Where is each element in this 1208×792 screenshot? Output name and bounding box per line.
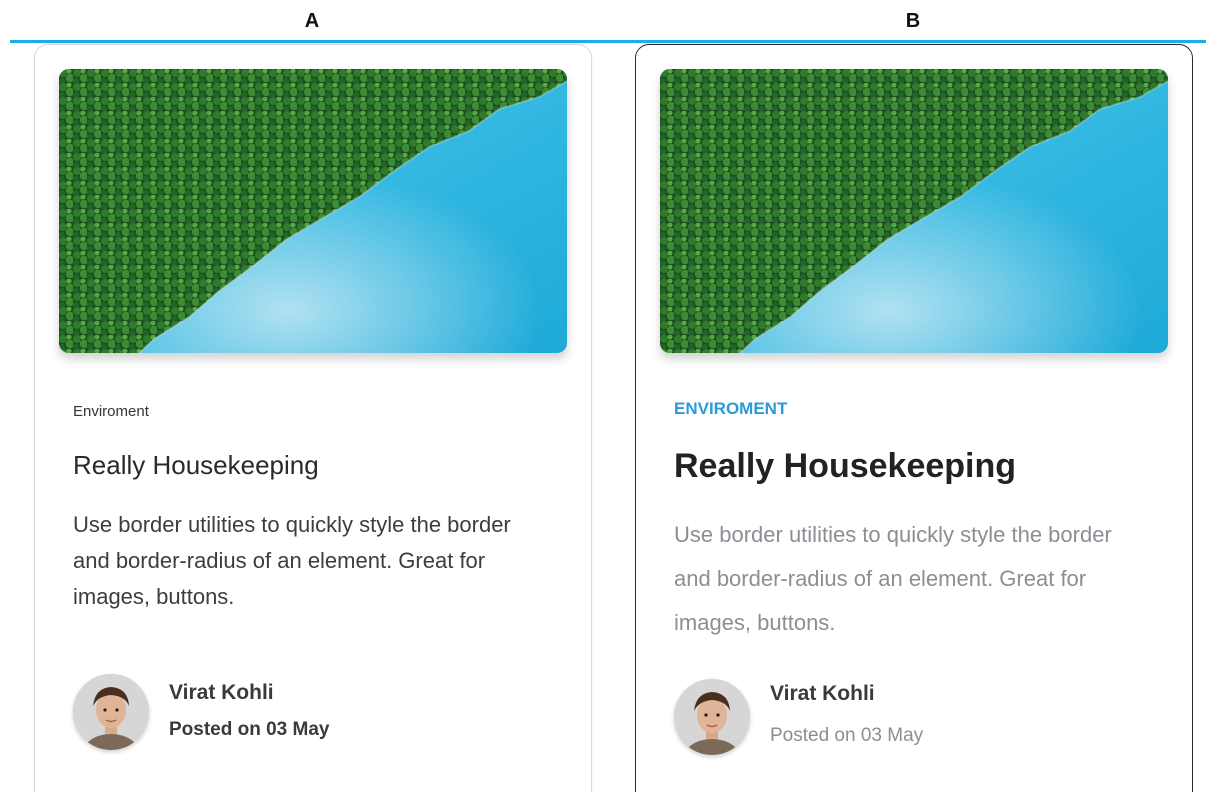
forest-lake-photo-icon [59, 69, 567, 353]
author-name[interactable]: Virat Kohli [169, 681, 274, 705]
card-description: Use border utilities to quickly style th… [73, 512, 511, 609]
forest-lake-photo-icon [660, 69, 1168, 353]
avatar-photo-icon [674, 679, 750, 755]
author-avatar [73, 674, 149, 750]
top-divider [10, 40, 1206, 43]
author-name[interactable]: Virat Kohli [770, 682, 875, 706]
card-a[interactable]: Enviroment Really Housekeeping Use borde… [34, 44, 592, 792]
card-category: ENVIROMENT [674, 399, 788, 418]
card-title[interactable]: Really Housekeeping [674, 447, 1016, 486]
card-title[interactable]: Really Housekeeping [73, 450, 319, 481]
posted-date: Posted on 03 May [169, 719, 330, 740]
card-b[interactable]: ENVIROMENT Really Housekeeping Use borde… [635, 44, 1193, 792]
card-category: Enviroment [73, 403, 149, 420]
author-avatar [674, 679, 750, 755]
card-image [660, 69, 1168, 353]
comparison-stage: A B Enviroment Really Housekeeping Use b… [0, 0, 1208, 792]
panel-label-a: A [304, 10, 320, 32]
card-description: Use border utilities to quickly style th… [674, 522, 1112, 635]
posted-date: Posted on 03 May [770, 725, 924, 746]
panel-label-b: B [905, 10, 921, 32]
avatar-photo-icon [73, 674, 149, 750]
card-image [59, 69, 567, 353]
